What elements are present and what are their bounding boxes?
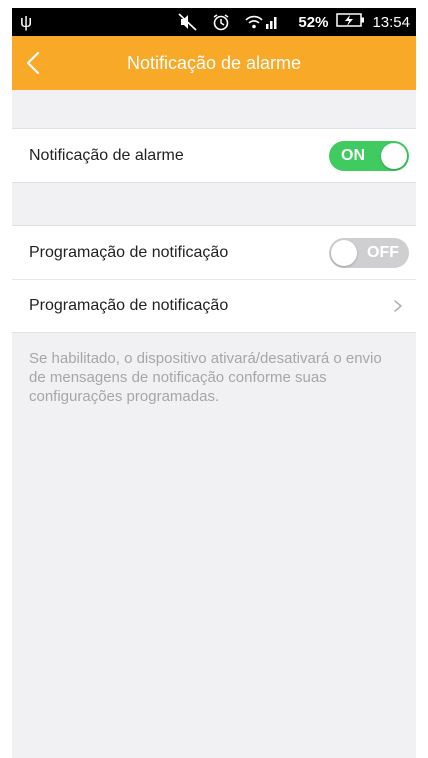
status-bar: ψ 52% 13:54 <box>12 8 416 36</box>
schedule-hint-text: Se habilitado, o dispositivo ativará/des… <box>29 350 382 405</box>
alarm-notification-toggle[interactable]: ON <box>329 140 409 171</box>
toggle-state-label: OFF <box>367 243 399 261</box>
alarm-notification-row: Notificação de alarme ON <box>12 129 416 182</box>
clock-time: 13:54 <box>372 13 410 31</box>
battery-charging-icon <box>336 12 366 32</box>
page-title: Notificação de alarme <box>126 52 302 73</box>
schedule-link-row[interactable]: Programação de notificação <box>12 279 416 332</box>
mute-icon <box>178 13 198 31</box>
battery-percent: 52% <box>298 13 329 31</box>
schedule-notification-toggle[interactable]: OFF <box>329 237 409 268</box>
toggle-state-label: ON <box>341 146 365 164</box>
alarm-notification-label: Notificação de alarme <box>29 146 184 164</box>
usb-icon: ψ <box>20 12 33 31</box>
schedule-section: Programação de notificação OFF Programaç… <box>12 225 416 333</box>
toggle-knob <box>331 239 357 266</box>
schedule-toggle-row: Programação de notificação OFF <box>12 226 416 279</box>
schedule-link-label: Programação de notificação <box>29 297 229 314</box>
chevron-left-icon[interactable] <box>22 50 48 76</box>
schedule-toggle-label: Programação de notificação <box>29 243 229 261</box>
phone-screen: ψ 52% 13:54 Notificação de alarme Notifi… <box>12 8 416 758</box>
alarm-section: Notificação de alarme ON <box>12 128 416 183</box>
toggle-knob <box>381 142 407 169</box>
chevron-right-icon <box>391 299 405 313</box>
app-bar: Notificação de alarme <box>12 36 416 90</box>
wifi-signal-icon <box>244 13 280 31</box>
alarm-clock-icon <box>212 13 230 31</box>
